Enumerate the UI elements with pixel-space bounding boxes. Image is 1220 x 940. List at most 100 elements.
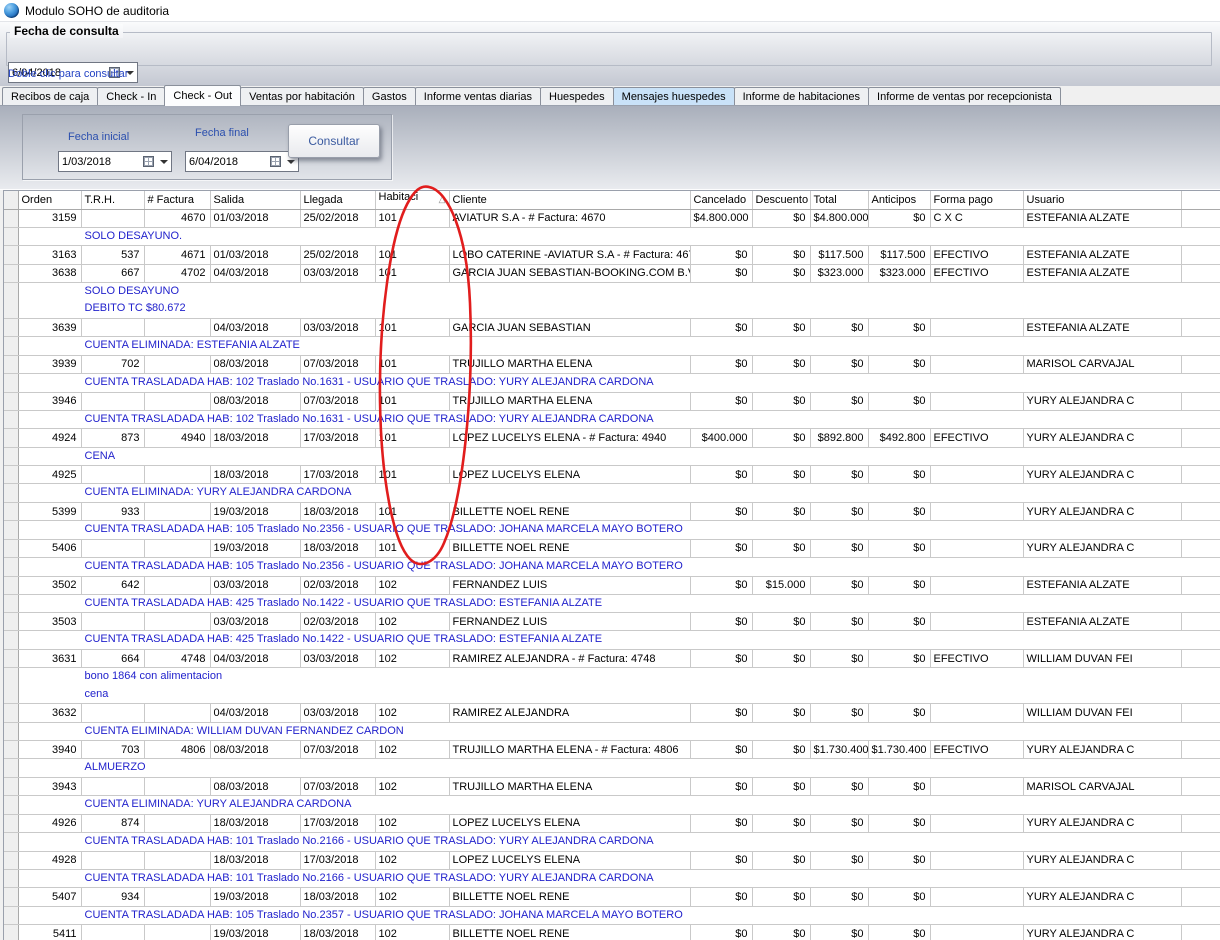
table-row[interactable]: 492518/03/201817/03/2018101LOPEZ LUCELYS… [4, 466, 1220, 484]
column-header-total[interactable]: Total [810, 191, 868, 209]
tab-informe-de-ventas-por-recepcionista[interactable]: Informe de ventas por recepcionista [868, 87, 1061, 105]
row-indicator [4, 704, 18, 722]
app-window: Modulo SOHO de auditoria Fecha de consul… [0, 0, 1220, 940]
tab-mensajes-huespedes[interactable]: Mensajes huespedes [613, 87, 735, 105]
table-row[interactable]: 3940703480608/03/201807/03/2018102TRUJIL… [4, 741, 1220, 759]
table-row[interactable]: 541119/03/201818/03/2018102BILLETTE NOEL… [4, 925, 1220, 940]
table-row[interactable]: 394308/03/201807/03/2018102TRUJILLO MART… [4, 778, 1220, 796]
tab-huespedes[interactable]: Huespedes [540, 87, 614, 105]
tab-check-in[interactable]: Check - In [97, 87, 165, 105]
chevron-down-icon[interactable] [287, 160, 295, 168]
note-row[interactable]: CUENTA ELIMINADA: WILLIAM DUVAN FERNANDE… [4, 722, 1220, 741]
table-row[interactable]: 393970208/03/201807/03/2018101TRUJILLO M… [4, 355, 1220, 373]
note-row[interactable]: bono 1864 con alimentacioncena [4, 668, 1220, 704]
column-header-forma-pago[interactable]: Forma pago [930, 191, 1023, 209]
note-row[interactable]: CUENTA TRASLADADA HAB: 105 Traslado No.2… [4, 521, 1220, 540]
column-header-salida[interactable]: Salida [210, 191, 300, 209]
tab-recibos-de-caja[interactable]: Recibos de caja [2, 87, 98, 105]
note-row[interactable]: CUENTA TRASLADADA HAB: 101 Traslado No.2… [4, 869, 1220, 888]
filler-cell [1181, 650, 1220, 668]
sort-ascending-icon: △ [439, 191, 446, 208]
column-header-t-r-h[interactable]: T.R.H. [81, 191, 144, 209]
note-row[interactable]: CUENTA ELIMINADA: ESTEFANIA ALZATE [4, 337, 1220, 356]
table-row[interactable]: 540793419/03/201818/03/2018102BILLETTE N… [4, 888, 1220, 906]
note-row[interactable]: CUENTA TRASLADADA HAB: 425 Traslado No.1… [4, 594, 1220, 613]
table-row[interactable]: 492687418/03/201817/03/2018102LOPEZ LUCE… [4, 814, 1220, 832]
table-row[interactable]: 363904/03/201803/03/2018101GARCIA JUAN S… [4, 319, 1220, 337]
row-indicator [4, 319, 18, 337]
table-row[interactable]: 539993319/03/201818/03/2018101BILLETTE N… [4, 502, 1220, 520]
tab-informe-ventas-diarias[interactable]: Informe ventas diarias [415, 87, 541, 105]
column-header-factura[interactable]: # Factura [144, 191, 210, 209]
column-header-habitaci[interactable]: Habitaci△ [375, 191, 449, 209]
row-indicator [4, 925, 18, 940]
table-row[interactable]: 3638667470204/03/201803/03/2018101GARCIA… [4, 264, 1220, 282]
note-row[interactable]: CUENTA TRASLADADA HAB: 105 Traslado No.2… [4, 906, 1220, 925]
column-header-cancelado[interactable]: Cancelado [690, 191, 752, 209]
tab-informe-de-habitaciones[interactable]: Informe de habitaciones [734, 87, 869, 105]
filler-cell [1181, 319, 1220, 337]
row-indicator [4, 869, 18, 888]
row-indicator [4, 484, 18, 503]
fecha-final-label: Fecha final [195, 127, 249, 139]
tab-check-out[interactable]: Check - Out [164, 85, 241, 106]
note-row[interactable]: CUENTA TRASLADADA HAB: 425 Traslado No.1… [4, 631, 1220, 650]
window-title: Modulo SOHO de auditoria [25, 4, 169, 18]
filler-cell [1181, 925, 1220, 940]
calendar-icon[interactable] [143, 156, 154, 167]
note-text: CUENTA ELIMINADA: ESTEFANIA ALZATE [18, 337, 1220, 356]
column-header-usuario[interactable]: Usuario [1023, 191, 1181, 209]
note-text: CUENTA TRASLADADA HAB: 102 Traslado No.1… [18, 374, 1220, 393]
filler-cell [1181, 466, 1220, 484]
column-header-anticipos[interactable]: Anticipos [868, 191, 930, 209]
note-text: CUENTA TRASLADADA HAB: 105 Traslado No.2… [18, 906, 1220, 925]
tab-gastos[interactable]: Gastos [363, 87, 416, 105]
filler-cell [1181, 264, 1220, 282]
table-row[interactable]: 3631664474804/03/201803/03/2018102RAMIRE… [4, 650, 1220, 668]
table-row[interactable]: 4924873494018/03/201817/03/2018101LOPEZ … [4, 429, 1220, 447]
table-row[interactable]: 3163537467101/03/201825/02/2018101LOBO C… [4, 246, 1220, 264]
column-header-cliente[interactable]: Cliente [449, 191, 690, 209]
note-row[interactable]: SOLO DESAYUNO. [4, 227, 1220, 246]
table-row[interactable]: 363204/03/201803/03/2018102RAMIREZ ALEJA… [4, 704, 1220, 722]
calendar-icon[interactable] [270, 156, 281, 167]
row-indicator-header [4, 191, 18, 209]
fecha-final-picker[interactable]: 6/04/2018 [185, 151, 299, 172]
table-row[interactable]: 492818/03/201817/03/2018102LOPEZ LUCELYS… [4, 851, 1220, 869]
table-row[interactable]: 350303/03/201802/03/2018102FERNANDEZ LUI… [4, 613, 1220, 631]
table-row[interactable]: 394608/03/201807/03/2018101TRUJILLO MART… [4, 392, 1220, 410]
table-row[interactable]: 540619/03/201818/03/2018101BILLETTE NOEL… [4, 539, 1220, 557]
row-indicator [4, 521, 18, 540]
note-row[interactable]: CUENTA TRASLADADA HAB: 102 Traslado No.1… [4, 410, 1220, 429]
table-row[interactable]: 350264203/03/201802/03/2018102FERNANDEZ … [4, 576, 1220, 594]
note-text: CUENTA TRASLADADA HAB: 425 Traslado No.1… [18, 631, 1220, 650]
chevron-down-icon[interactable] [160, 160, 168, 168]
note-row[interactable]: CUENTA ELIMINADA: YURY ALEJANDRA CARDONA [4, 796, 1220, 815]
note-row[interactable]: CENA [4, 447, 1220, 466]
row-indicator [4, 502, 18, 520]
note-text: CUENTA TRASLADADA HAB: 105 Traslado No.2… [18, 557, 1220, 576]
filler-cell [1181, 355, 1220, 373]
note-text: CUENTA TRASLADADA HAB: 105 Traslado No.2… [18, 521, 1220, 540]
row-indicator [4, 906, 18, 925]
note-text: SOLO DESAYUNODEBITO TC $80.672 [18, 282, 1220, 318]
note-row[interactable]: ALMUERZO [4, 759, 1220, 778]
column-header-descuento[interactable]: Descuento [752, 191, 810, 209]
fecha-inicial-picker[interactable]: 1/03/2018 [58, 151, 172, 172]
consultar-button[interactable]: Consultar [288, 124, 380, 158]
note-row[interactable]: CUENTA TRASLADADA HAB: 101 Traslado No.2… [4, 832, 1220, 851]
note-row[interactable]: SOLO DESAYUNODEBITO TC $80.672 [4, 282, 1220, 318]
row-indicator [4, 557, 18, 576]
note-row[interactable]: CUENTA ELIMINADA: YURY ALEJANDRA CARDONA [4, 484, 1220, 503]
column-header-orden[interactable]: Orden [18, 191, 81, 209]
row-indicator [4, 264, 18, 282]
note-row[interactable]: CUENTA TRASLADADA HAB: 102 Traslado No.1… [4, 374, 1220, 393]
filler-cell [1181, 429, 1220, 447]
tab-ventas-por-habitaci-n[interactable]: Ventas por habitación [240, 87, 364, 105]
note-text: SOLO DESAYUNO. [18, 227, 1220, 246]
fecha-final-value: 6/04/2018 [189, 156, 270, 168]
note-row[interactable]: CUENTA TRASLADADA HAB: 105 Traslado No.2… [4, 557, 1220, 576]
table-row[interactable]: 3159467001/03/201825/02/2018101AVIATUR S… [4, 209, 1220, 227]
filler-cell [1181, 851, 1220, 869]
column-header-llegada[interactable]: Llegada [300, 191, 375, 209]
